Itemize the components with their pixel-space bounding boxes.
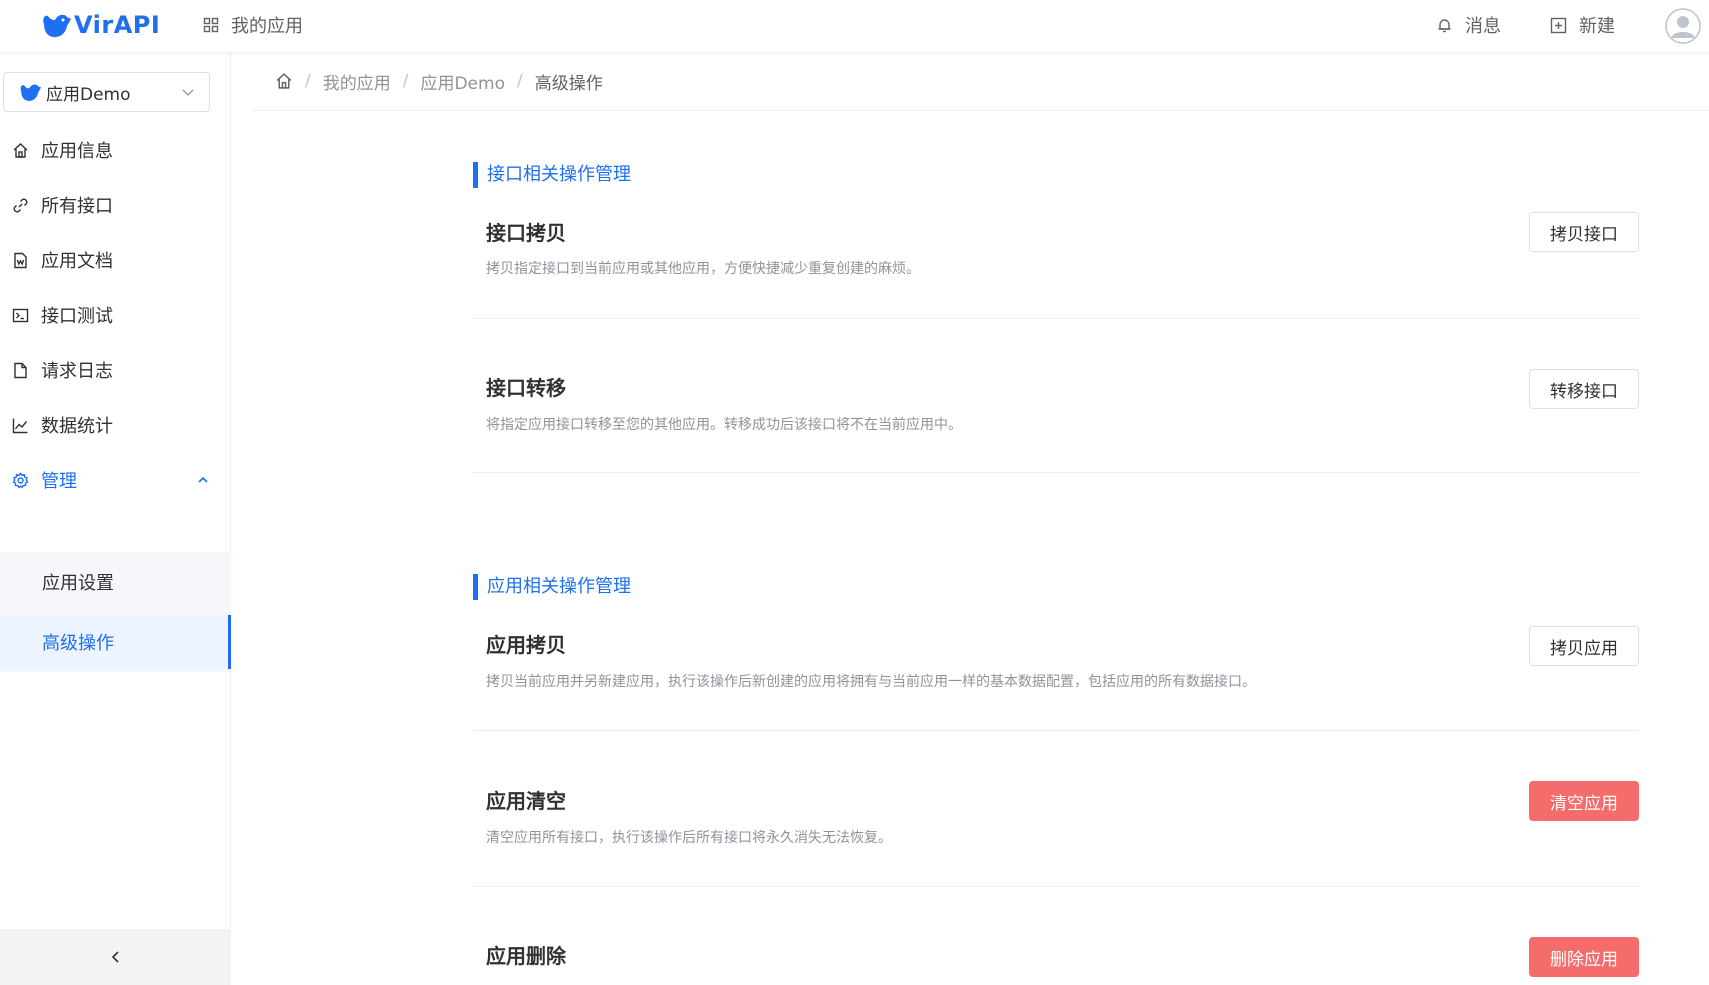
sidebar-item-api-test[interactable]: 接口测试 <box>0 287 231 343</box>
file-icon <box>14 362 27 378</box>
document-icon <box>14 252 27 268</box>
sidebar-subitem-label: 高级操作 <box>42 633 114 654</box>
transfer-api-button[interactable]: 转移接口 <box>1529 369 1639 409</box>
new-button[interactable]: 新建 <box>1550 12 1615 38</box>
divider <box>473 472 1639 473</box>
sidebar-subitem-app-settings[interactable]: 应用设置 <box>0 555 231 609</box>
plus-square-icon <box>1550 17 1567 33</box>
breadcrumb-separator: / <box>305 71 311 91</box>
logo-text: VirAPI <box>74 11 161 39</box>
logo[interactable]: VirAPI <box>40 8 160 42</box>
home-icon <box>13 142 28 158</box>
new-label: 新建 <box>1579 16 1615 37</box>
terminal-icon <box>12 308 29 322</box>
app-selector-value: 应用Demo <box>46 84 131 105</box>
messages-button[interactable]: 消息 <box>1436 12 1501 38</box>
top-header: VirAPI 我的应用 消息 新建 <box>0 0 1709 52</box>
user-avatar-icon <box>1665 8 1701 44</box>
sidebar-subitem-advanced-ops[interactable]: 高级操作 <box>0 615 231 669</box>
breadcrumb-current: 高级操作 <box>534 73 603 94</box>
divider <box>473 318 1639 319</box>
breadcrumb-separator: / <box>516 71 523 91</box>
op-title: 接口拷贝 <box>486 221 566 245</box>
op-title: 应用清空 <box>486 789 566 813</box>
section-title-api-ops: 接口相关操作管理 <box>473 162 631 188</box>
breadcrumb-separator: / <box>402 71 409 91</box>
bird-icon <box>20 84 41 101</box>
delete-app-button[interactable]: 删除应用 <box>1529 937 1639 977</box>
sidebar-item-label: 应用文档 <box>41 251 113 272</box>
gear-icon <box>12 471 29 489</box>
chevron-left-icon <box>111 951 119 963</box>
divider <box>473 886 1639 887</box>
avatar[interactable] <box>1665 8 1701 44</box>
messages-label: 消息 <box>1465 16 1501 37</box>
breadcrumb-my-apps[interactable]: 我的应用 <box>323 69 391 94</box>
op-title: 应用拷贝 <box>486 633 566 657</box>
sidebar-item-label: 请求日志 <box>41 361 113 382</box>
op-description: 清空应用所有接口，执行该操作后所有接口将永久消失无法恢复。 <box>486 830 892 846</box>
sidebar-item-request-log[interactable]: 请求日志 <box>0 342 231 398</box>
chevron-up-icon <box>198 476 208 483</box>
home-icon[interactable] <box>275 72 293 90</box>
grid-icon <box>203 17 219 33</box>
section-title-app-ops: 应用相关操作管理 <box>473 574 631 600</box>
divider <box>473 730 1639 731</box>
sidebar-item-app-docs[interactable]: 应用文档 <box>0 232 231 288</box>
sidebar: 应用Demo 应用信息 所有接口 应用文档 接口测试 请求日志 数据统计 管理 … <box>0 52 231 985</box>
sidebar-subitem-label: 应用设置 <box>42 573 114 594</box>
sidebar-collapse-button[interactable] <box>0 929 231 985</box>
sidebar-item-label: 管理 <box>41 471 77 492</box>
link-icon <box>13 198 28 212</box>
op-title: 应用删除 <box>486 944 566 968</box>
breadcrumb: / 我的应用 / 应用Demo / 高级操作 <box>252 52 1709 111</box>
copy-api-button[interactable]: 拷贝接口 <box>1529 212 1639 252</box>
op-title: 接口转移 <box>486 376 566 400</box>
sidebar-item-statistics[interactable]: 数据统计 <box>0 397 231 453</box>
sidebar-item-label: 所有接口 <box>41 196 113 217</box>
sidebar-item-all-apis[interactable]: 所有接口 <box>0 177 231 233</box>
copy-app-button[interactable]: 拷贝应用 <box>1529 626 1639 666</box>
op-description: 将指定应用接口转移至您的其他应用。转移成功后该接口将不在当前应用中。 <box>486 417 962 433</box>
sidebar-item-label: 接口测试 <box>41 306 113 327</box>
chart-icon <box>12 418 28 433</box>
breadcrumb-app-demo[interactable]: 应用Demo <box>420 69 505 94</box>
sidebar-item-label: 数据统计 <box>41 416 113 437</box>
nav-my-apps-label: 我的应用 <box>231 16 303 37</box>
clear-app-button[interactable]: 清空应用 <box>1529 781 1639 821</box>
op-description: 拷贝指定接口到当前应用或其他应用，方便快捷减少重复创建的麻烦。 <box>486 261 920 277</box>
sidebar-item-app-info[interactable]: 应用信息 <box>0 122 231 178</box>
sidebar-item-label: 应用信息 <box>41 141 113 162</box>
sidebar-item-manage[interactable]: 管理 <box>0 452 231 508</box>
bird-logo-icon <box>43 14 71 38</box>
chevron-down-icon <box>182 89 194 96</box>
app-selector[interactable]: 应用Demo <box>3 72 210 112</box>
bell-icon <box>1438 18 1451 32</box>
op-description: 拷贝当前应用并另新建应用，执行该操作后新创建的应用将拥有与当前应用一样的基本数据… <box>486 674 1256 690</box>
nav-my-apps[interactable]: 我的应用 <box>203 12 303 38</box>
